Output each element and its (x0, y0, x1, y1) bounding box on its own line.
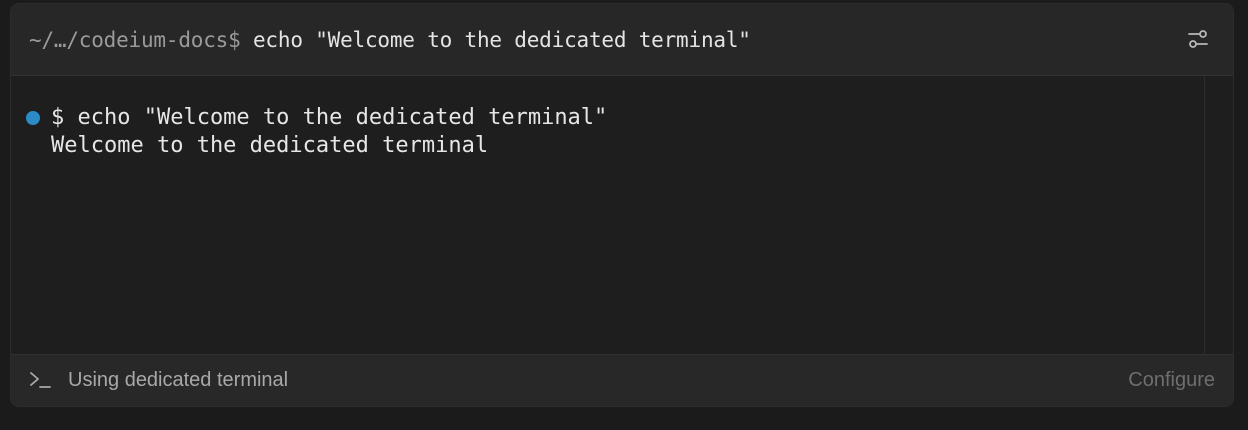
terminal-panel: ~/…/codeium-docs$ echo "Welcome to the d… (10, 3, 1234, 407)
terminal-footer: Using dedicated terminal Configure (11, 354, 1233, 406)
header-command-line: ~/…/codeium-docs$ echo "Welcome to the d… (29, 26, 751, 54)
terminal-output-area[interactable]: $ echo "Welcome to the dedicated termina… (11, 76, 1233, 356)
configure-button[interactable]: Configure (1128, 368, 1215, 392)
scrollbar-track[interactable] (1204, 76, 1205, 356)
command-status-dot (26, 111, 40, 125)
dedicated-terminal-label: Using dedicated terminal (68, 369, 289, 391)
settings-button[interactable] (1183, 24, 1213, 54)
terminal-prompt-icon (30, 372, 51, 388)
prompt-line: $ echo "Welcome to the dedicated termina… (51, 105, 608, 130)
sliders-icon (1188, 30, 1208, 48)
output-line: Welcome to the dedicated terminal (51, 133, 489, 158)
terminal-header: ~/…/codeium-docs$ echo "Welcome to the d… (11, 4, 1233, 76)
working-directory-path: ~/…/codeium-docs$ (29, 28, 241, 52)
header-command-text: echo "Welcome to the dedicated terminal" (240, 28, 751, 52)
